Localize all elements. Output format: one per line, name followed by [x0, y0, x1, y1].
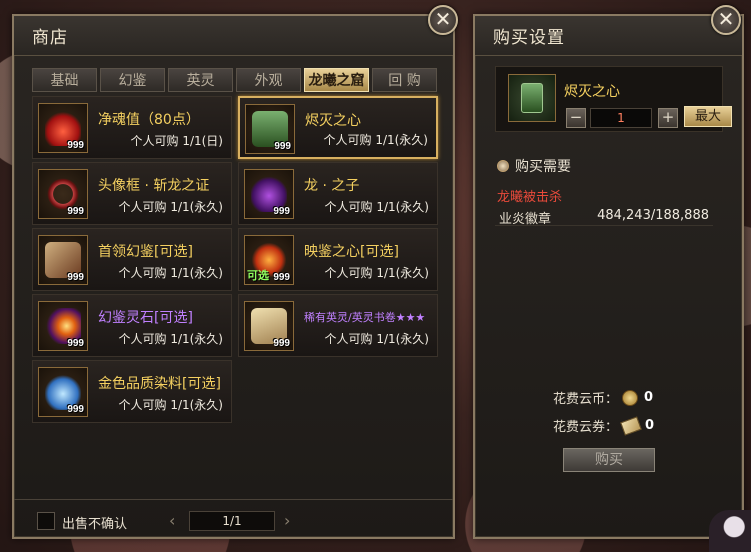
item-quantity: 999	[67, 404, 84, 415]
next-page-icon[interactable]: ›	[284, 511, 290, 530]
item-quantity: 999	[67, 338, 84, 349]
shop-panel: 商店 基础 幻鉴 英灵 外观 龙曦之窟回 购 999 净魂值（80点） 个人可购 1/1(日…	[12, 14, 455, 539]
item-purchase-limit: 个人可购 1/1(永久)	[118, 398, 224, 412]
item-purchase-limit: 个人可购 1/1(永久)	[324, 332, 430, 346]
boss-card-icon: 999	[38, 235, 88, 285]
no-confirm-checkbox[interactable]	[37, 512, 55, 530]
item-quantity: 999	[273, 272, 290, 283]
requirements-title: 购买需要	[515, 159, 571, 175]
item-purchase-limit: 个人可购 1/1(永久)	[118, 332, 224, 346]
ticket-icon	[620, 415, 642, 436]
cost-ticket-value: 0	[645, 418, 655, 433]
shop-item[interactable]: 999 金色品质染料[可选] 个人可购 1/1(永久)	[32, 360, 232, 423]
tab-2[interactable]: 英灵	[168, 68, 233, 92]
cost-ticket-row: 花费云券： 0	[553, 415, 655, 436]
buy-panel: 购买设置 烬灭之心 − 1 + 最大 购买需要 龙曦被击杀 业炎徽章 484,2…	[473, 14, 744, 539]
cost-coin-value: 0	[644, 390, 654, 405]
item-purchase-limit: 个人可购 1/1(永久)	[118, 200, 224, 214]
tab-1[interactable]: 幻鉴	[100, 68, 165, 92]
item-quantity: 999	[273, 206, 290, 217]
coin-icon	[622, 389, 639, 406]
shop-item[interactable]: 999 头像框 · 斩龙之证个人可购 1/1(永久)	[32, 162, 232, 225]
prev-page-icon[interactable]: ‹	[169, 511, 175, 530]
requirements-heading: 购买需要	[497, 156, 571, 176]
cost-coin-label: 花费云币：	[553, 392, 619, 407]
tab-4[interactable]: 龙曦之窟	[304, 68, 369, 92]
green-jade-tablet-icon	[508, 74, 556, 122]
shop-item[interactable]: 可选 999 映鉴之心[可选] 个人可购 1/1(永久)	[238, 228, 438, 291]
item-purchase-limit: 个人可购 1/1(永久)	[324, 200, 430, 214]
flower-heart-icon: 可选 999	[244, 235, 294, 285]
item-name: 净魂值（80点）	[98, 112, 200, 128]
bullet-icon	[497, 160, 509, 172]
shop-close-button[interactable]: ✕	[428, 5, 458, 35]
tab-3[interactable]: 外观	[236, 68, 301, 92]
item-purchase-limit: 个人可购 1/1(永久)	[118, 266, 224, 280]
shop-title: 商店	[14, 16, 453, 56]
item-name: 龙 · 之子	[304, 178, 360, 194]
shop-item[interactable]: 999 龙 · 之子个人可购 1/1(永久)	[238, 162, 438, 225]
item-quantity: 999	[67, 140, 84, 151]
no-confirm-label: 出售不确认	[62, 517, 128, 532]
currency-name: 业炎徽章	[499, 212, 552, 227]
currency-requirement-row: 业炎徽章 484,243/188,888	[495, 206, 713, 227]
shop-item[interactable]: 999 烬灭之心个人可购 1/1(永久)	[238, 96, 438, 159]
buy-title: 购买设置	[475, 16, 742, 56]
cost-coin-row: 花费云币： 0	[553, 388, 653, 407]
quantity-input[interactable]: 1	[590, 108, 652, 128]
shop-item[interactable]: 999 稀有英灵/英灵书卷★★★ 个人可购 1/1(永久)	[238, 294, 438, 357]
decrease-quantity-button[interactable]: −	[566, 108, 586, 128]
item-name: 金色品质染料[可选]	[98, 376, 221, 392]
red-ring-frame-icon: 999	[38, 169, 88, 219]
buy-button[interactable]: 购买	[563, 448, 655, 472]
page-indicator: 1/1	[189, 511, 275, 531]
item-name: 幻鉴灵石[可选]	[98, 310, 193, 326]
buy-close-button[interactable]: ✕	[711, 5, 741, 35]
item-quantity: 999	[274, 141, 291, 152]
currency-value: 484,243/188,888	[597, 208, 709, 223]
glowing-orb-icon: 999	[38, 301, 88, 351]
dye-potion-icon: 999	[38, 367, 88, 417]
item-name: 烬灭之心	[305, 113, 361, 129]
item-name: 首领幻鉴[可选]	[98, 244, 193, 260]
purple-dragon-icon: 999	[244, 169, 294, 219]
requirement-condition: 龙曦被击杀	[497, 190, 563, 205]
character-portrait	[709, 510, 751, 552]
green-jade-tablet-icon: 999	[245, 104, 295, 154]
shop-item[interactable]: 999 首领幻鉴[可选] 个人可购 1/1(永久)	[32, 228, 232, 291]
item-name: 稀有英灵/英灵书卷★★★	[304, 311, 426, 324]
item-quantity: 999	[67, 272, 84, 283]
item-quantity: 999	[67, 206, 84, 217]
selected-item-name: 烬灭之心	[564, 84, 620, 100]
selected-item-box: 烬灭之心 − 1 + 最大	[495, 66, 732, 132]
item-quantity: 999	[273, 338, 290, 349]
cost-ticket-label: 花费云券：	[553, 420, 619, 435]
optional-tag: 可选	[247, 269, 269, 282]
max-quantity-button[interactable]: 最大	[684, 106, 732, 127]
shop-item[interactable]: 999 净魂值（80点） 个人可购 1/1(日)	[32, 96, 232, 159]
footer-divider	[14, 499, 453, 500]
tab-5[interactable]: 回 购	[372, 68, 437, 92]
tab-0[interactable]: 基础	[32, 68, 97, 92]
shop-tabs: 基础 幻鉴 英灵 外观 龙曦之窟回 购	[32, 68, 437, 92]
shop-item[interactable]: 999 幻鉴灵石[可选] 个人可购 1/1(永久)	[32, 294, 232, 357]
red-flame-icon: 999	[38, 103, 88, 153]
increase-quantity-button[interactable]: +	[658, 108, 678, 128]
item-name: 映鉴之心[可选]	[304, 244, 399, 260]
item-name: 头像框 · 斩龙之证	[98, 178, 210, 194]
item-purchase-limit: 个人可购 1/1(永久)	[323, 133, 429, 147]
item-purchase-limit: 个人可购 1/1(永久)	[324, 266, 430, 280]
item-purchase-limit: 个人可购 1/1(日)	[130, 134, 224, 148]
scroll-icon: 999	[244, 301, 294, 351]
